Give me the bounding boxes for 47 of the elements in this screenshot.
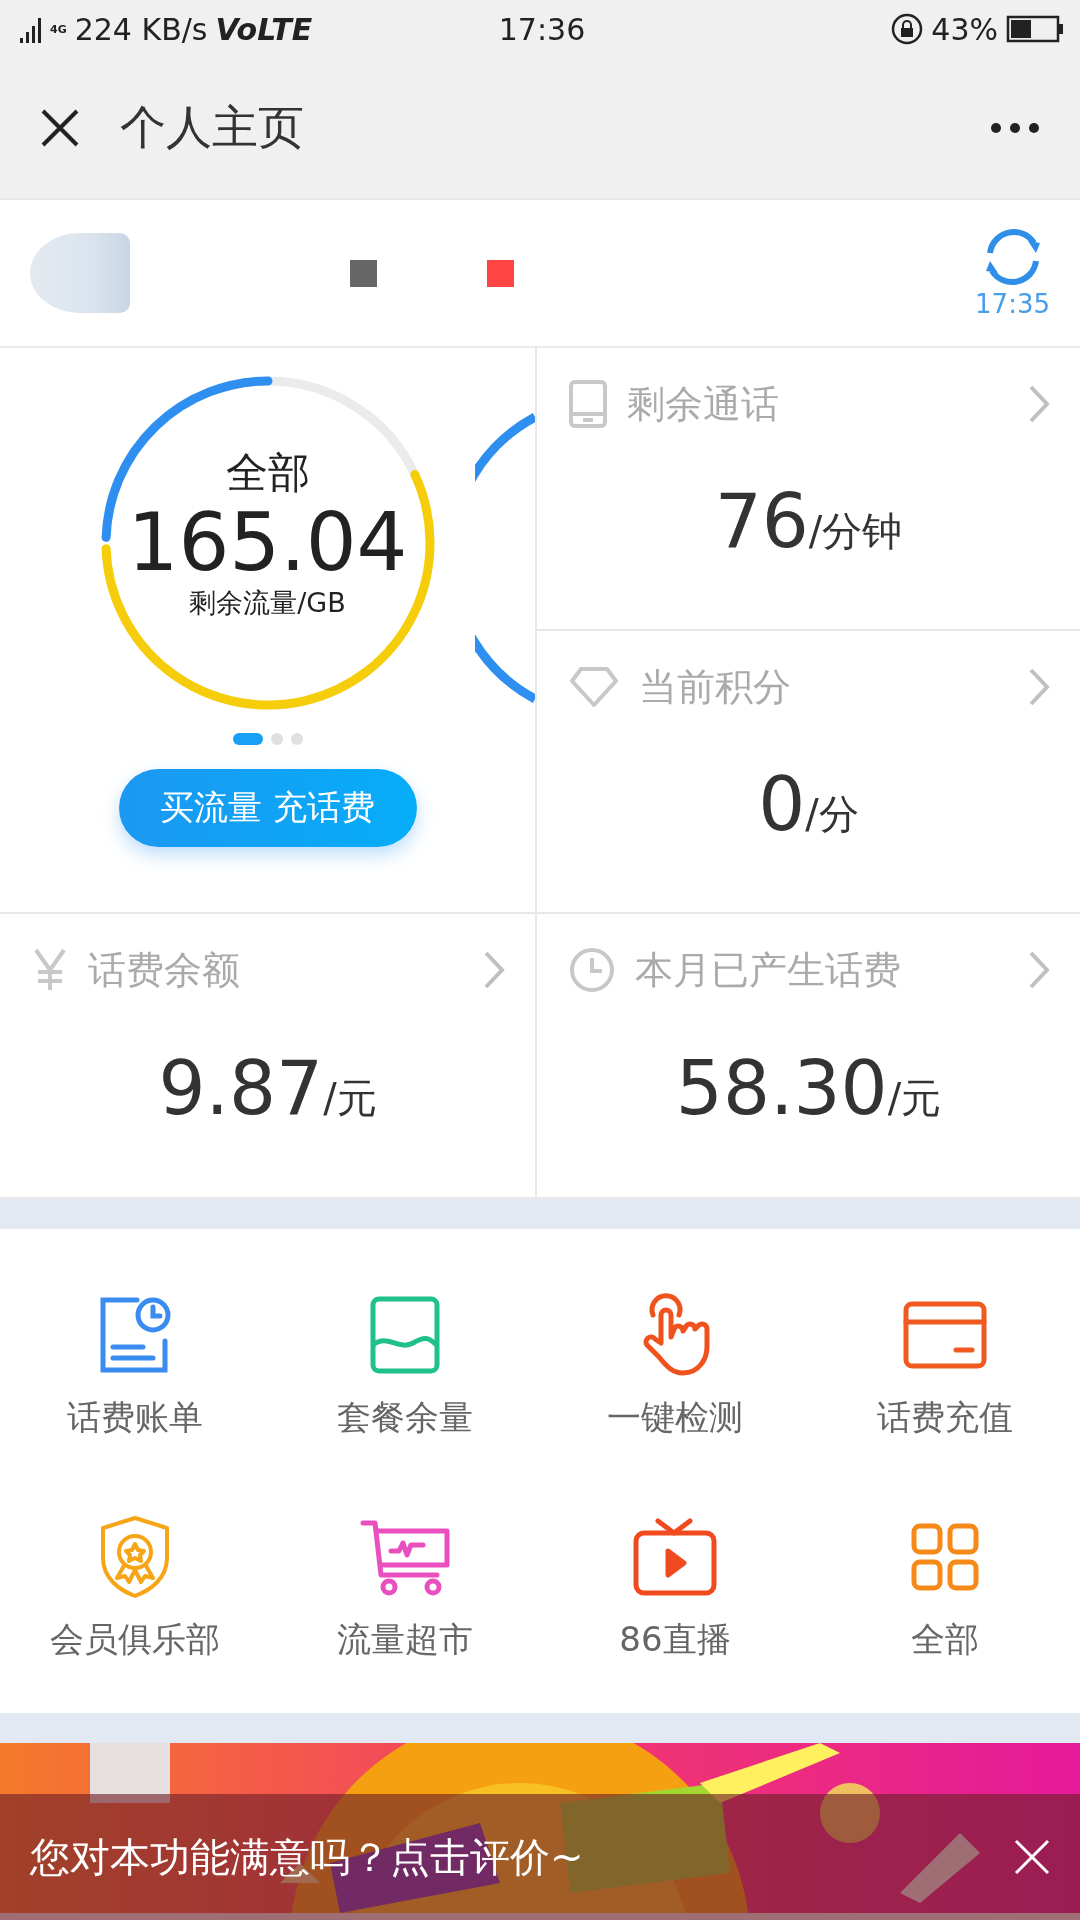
phone-icon <box>569 380 607 428</box>
redaction-mark <box>487 259 514 287</box>
data-label: 全部 <box>225 447 310 499</box>
diamond-icon <box>569 666 619 708</box>
close-icon[interactable] <box>40 108 80 148</box>
more-icon[interactable] <box>990 122 1040 134</box>
stat-unit: /分 <box>805 791 859 839</box>
refresh-time: 17:35 <box>975 289 1050 319</box>
clock: 17:36 <box>498 11 586 47</box>
service-label[interactable]: 86直播 <box>619 1617 731 1663</box>
stat-value: 0 <box>758 760 806 847</box>
page-dot[interactable] <box>270 733 283 745</box>
clock-icon <box>569 947 615 993</box>
chevron-right-icon[interactable] <box>1028 384 1050 424</box>
network-type: 4G <box>50 22 67 36</box>
service-label[interactable]: 套餐余量 <box>337 1395 473 1441</box>
chevron-right-icon[interactable] <box>1028 950 1050 990</box>
yuan-icon <box>32 948 68 992</box>
service-label[interactable]: 话费账单 <box>67 1395 203 1441</box>
page-title: 个人主页 <box>120 99 305 156</box>
rotation-lock-icon <box>891 13 924 45</box>
network-speed: 224 KB/s <box>74 11 208 47</box>
service-label[interactable]: 一键检测 <box>607 1395 743 1441</box>
battery-percent: 43% <box>931 11 998 47</box>
stat-unit: /元 <box>887 1074 942 1123</box>
service-label[interactable]: 话费充值 <box>877 1395 1013 1441</box>
stat-value: 58.30 <box>675 1044 888 1131</box>
service-label[interactable]: 全部 <box>911 1617 979 1663</box>
tv-icon <box>632 1517 718 1597</box>
stat-value: 76 <box>714 477 809 564</box>
data-value: 165.04 <box>127 501 408 585</box>
stat-unit: /元 <box>323 1074 377 1123</box>
redaction-mark <box>350 259 377 287</box>
card-icon <box>902 1300 988 1370</box>
battery-icon <box>1006 15 1064 43</box>
badge-icon <box>99 1514 171 1600</box>
page-dot[interactable] <box>290 733 303 745</box>
data-unit: 剩余流量/GB <box>189 586 346 620</box>
stat-value: 9.87 <box>158 1044 324 1131</box>
grid-icon <box>910 1522 980 1592</box>
chevron-right-icon[interactable] <box>483 950 505 990</box>
service-label[interactable]: 流量超市 <box>337 1617 473 1663</box>
chevron-right-icon[interactable] <box>1028 667 1050 707</box>
package-icon <box>369 1295 441 1375</box>
stat-unit: /分钟 <box>808 508 903 556</box>
service-label[interactable]: 会员俱乐部 <box>50 1617 220 1663</box>
volte-label: VoLTE <box>215 11 313 47</box>
